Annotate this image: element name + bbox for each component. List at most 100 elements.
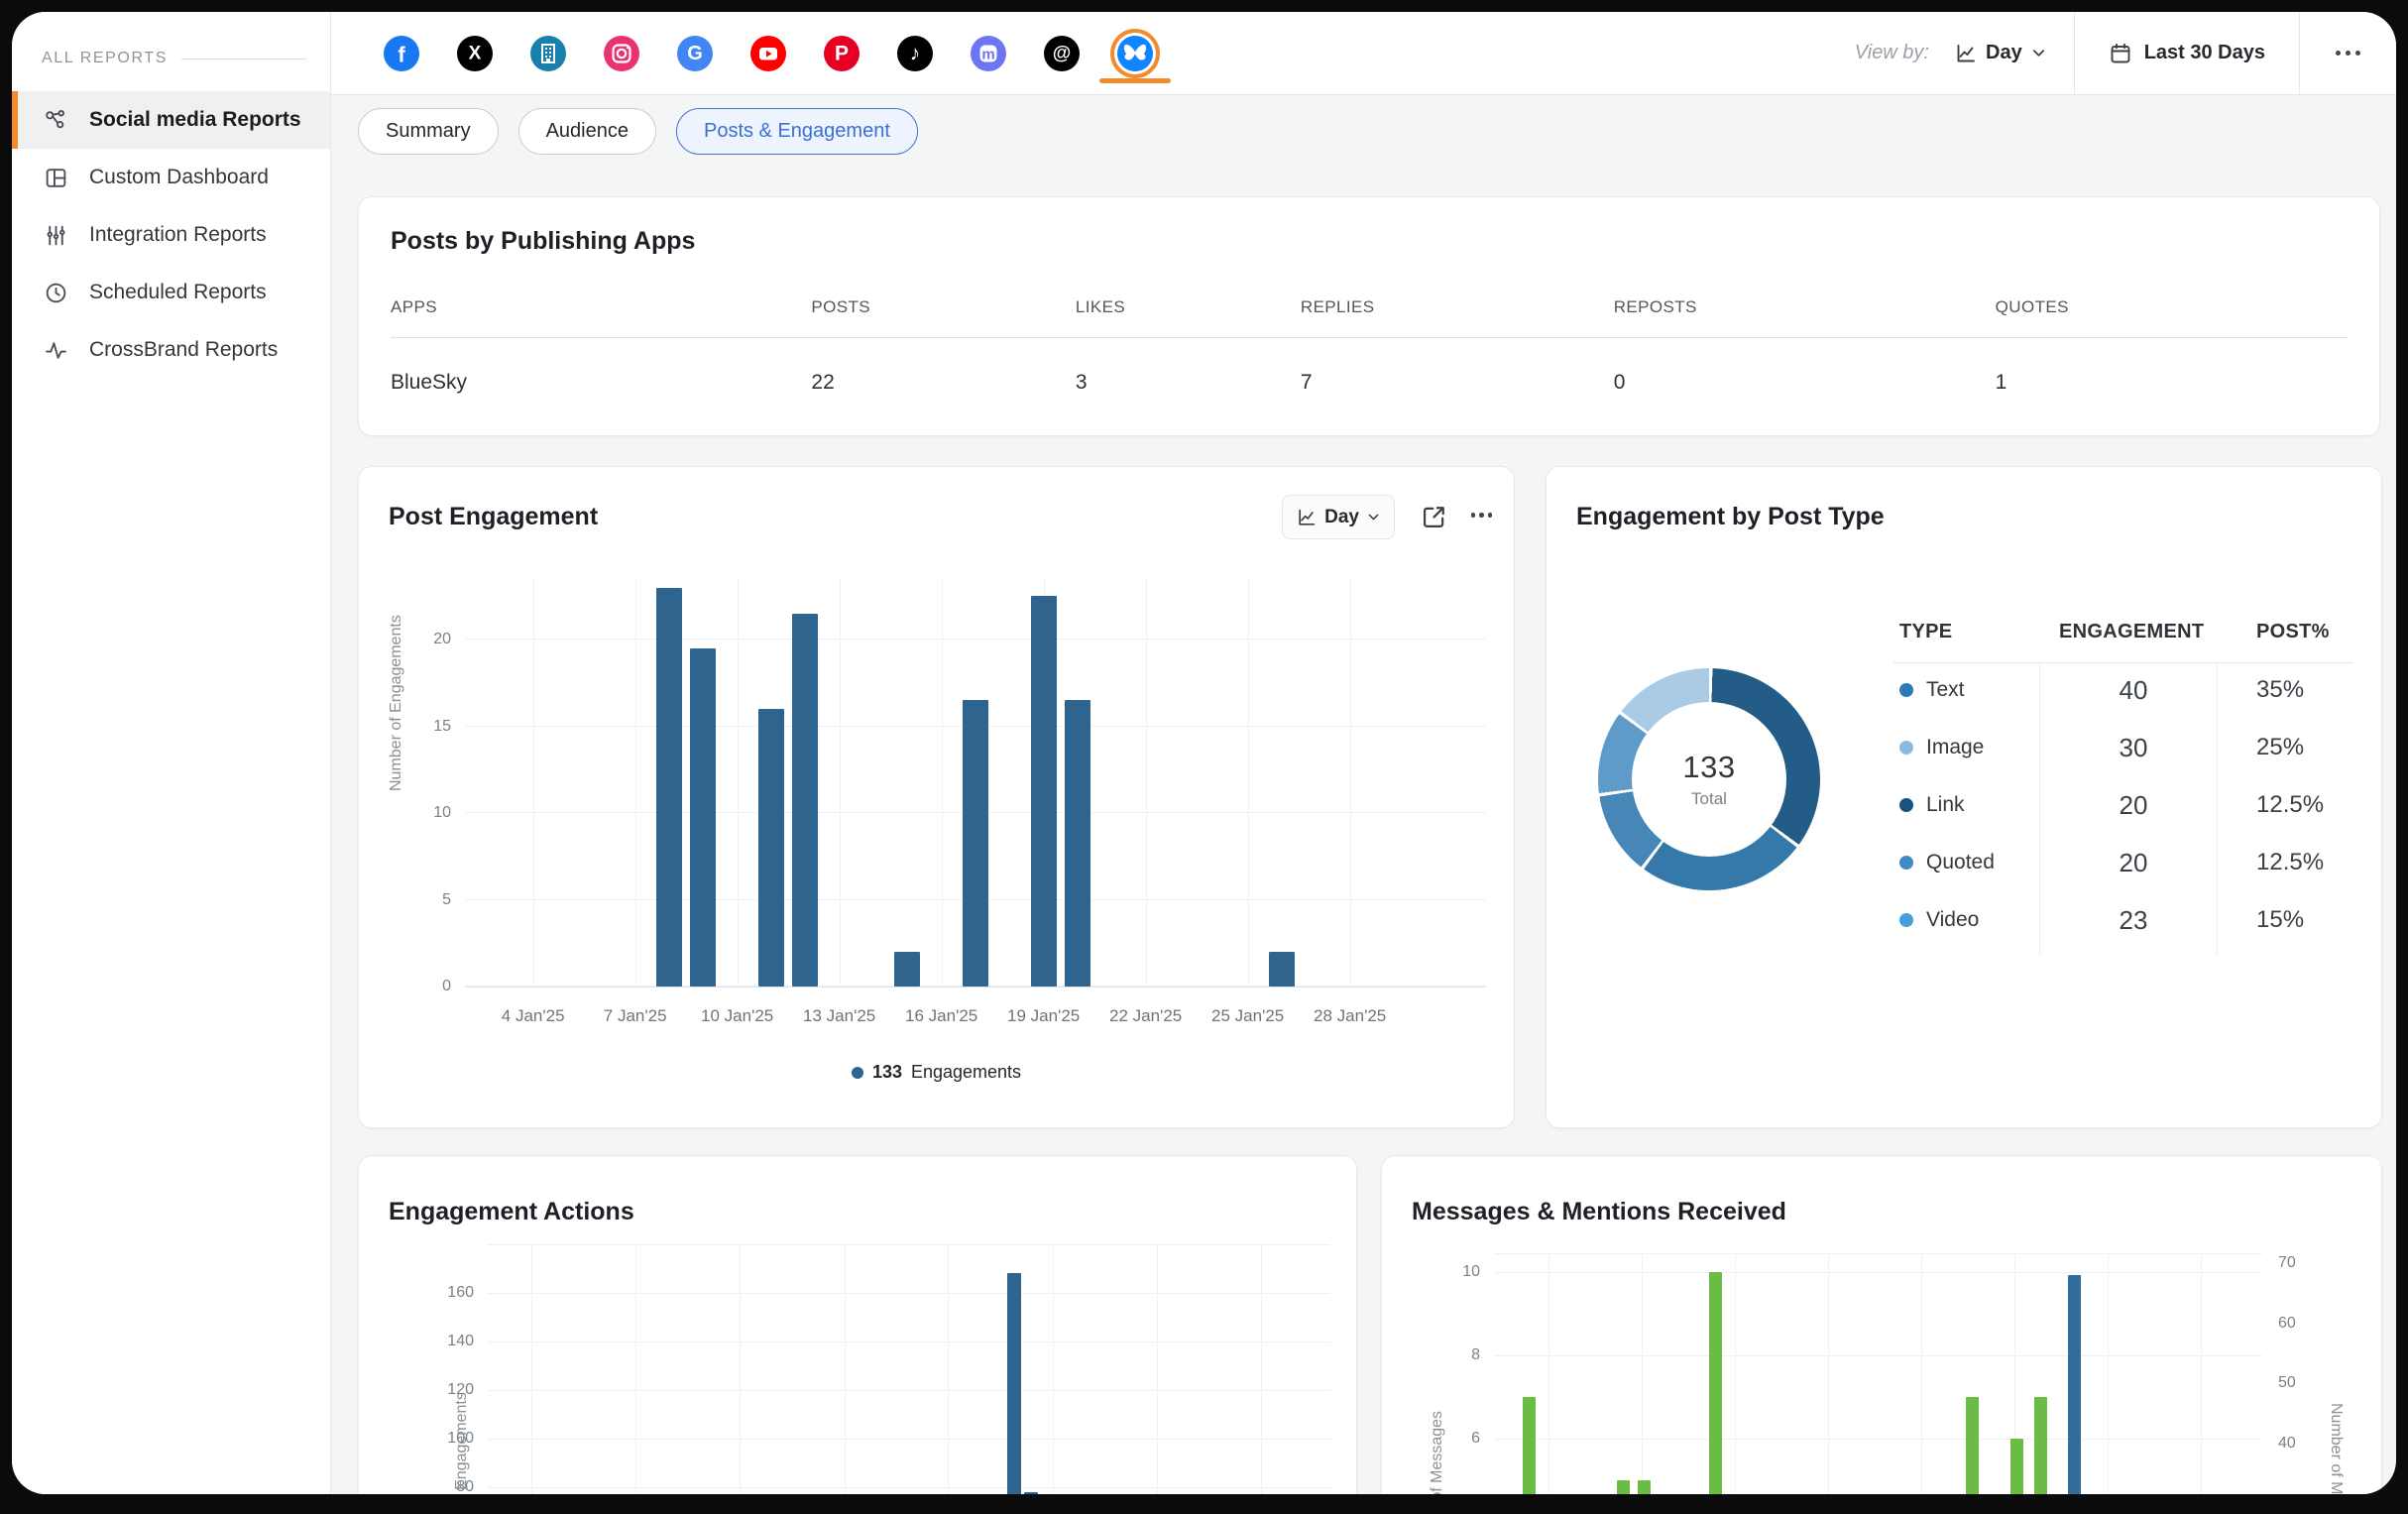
left-y-axis-label: Number of Messages (1429, 1411, 1446, 1494)
y-axis-tick: 5 (392, 891, 451, 909)
type-color-dot (1899, 741, 1913, 755)
export-icon[interactable] (1421, 503, 1448, 530)
dashboard-grid-icon (44, 166, 68, 190)
divider (2039, 662, 2040, 956)
post-engagement-card: Post Engagement Day 051015204 Jan'257 Ja… (358, 466, 1515, 1128)
engagement-bar[interactable] (758, 709, 784, 987)
messages-mentions-card: Messages & Mentions Received 10867060504… (1381, 1155, 2382, 1494)
sidebar-item-crossbrand-reports[interactable]: CrossBrand Reports (12, 321, 330, 379)
sidebar-section-label: ALL REPORTS (42, 50, 168, 67)
divider (2217, 662, 2218, 956)
post-type-row[interactable]: Image (1899, 736, 1984, 759)
instagram-icon[interactable] (604, 36, 639, 71)
mentions-bar[interactable] (2068, 1275, 2081, 1494)
engagement-bar[interactable] (792, 614, 818, 987)
sidebar-item-custom-dashboard[interactable]: Custom Dashboard (12, 149, 330, 206)
post-pct-value: 25% (2256, 734, 2304, 761)
post-pct-value: 12.5% (2256, 791, 2324, 819)
sidebar-item-social-media-reports[interactable]: Social media Reports (12, 91, 330, 149)
view-by-day-dropdown[interactable]: Day (1955, 42, 2046, 64)
pinterest-icon[interactable]: P (824, 36, 860, 71)
sidebar-item-scheduled-reports[interactable]: Scheduled Reports (12, 264, 330, 321)
engagement-bar[interactable] (656, 588, 682, 988)
chevron-down-icon (1367, 511, 1380, 524)
date-range-button[interactable]: Last 30 Days (2075, 42, 2299, 65)
tab-summary[interactable]: Summary (358, 108, 499, 155)
y-axis-label: Number of Engagements (453, 1392, 471, 1494)
engagement-bar[interactable] (1031, 596, 1057, 987)
card-title: Engagement Actions (389, 1198, 634, 1226)
gridline (1157, 1244, 1158, 1494)
y-axis-tick: 10 (392, 804, 451, 822)
messages-bar[interactable] (1709, 1272, 1722, 1494)
type-label: Video (1926, 908, 1979, 932)
google-icon[interactable]: G (677, 36, 713, 71)
type-color-dot (1899, 683, 1913, 697)
engagement-bar[interactable] (1269, 952, 1295, 987)
cell-reposts: 0 (1614, 371, 1996, 395)
card-title: Messages & Mentions Received (1412, 1198, 1786, 1226)
tab-posts-engagement[interactable]: Posts & Engagement (676, 108, 918, 155)
divider (391, 337, 2348, 338)
divider (181, 58, 306, 59)
app-window: ALL REPORTS Social media Reports Custom … (12, 12, 2396, 1494)
sidebar-item-label: Scheduled Reports (89, 281, 267, 304)
messages-bar[interactable] (1523, 1397, 1536, 1494)
engagement-value: 40 (2120, 675, 2148, 706)
post-type-row[interactable]: Quoted (1899, 851, 1995, 874)
sidebar-item-integration-reports[interactable]: Integration Reports (12, 206, 330, 264)
messages-bar[interactable] (1638, 1480, 1651, 1494)
gridline (635, 578, 636, 987)
chart-line-icon (1955, 43, 1977, 64)
messages-bar[interactable] (2010, 1439, 2023, 1494)
post-pct-value: 15% (2256, 906, 2304, 934)
top-header: f X G P ♪ m @ View by: Day Last 30 Days (331, 12, 2396, 95)
threads-icon[interactable]: @ (1044, 36, 1080, 71)
donut-total-value: 133 (1682, 750, 1735, 785)
gridline (942, 578, 943, 987)
tab-audience[interactable]: Audience (518, 108, 656, 155)
cell-posts: 22 (811, 371, 1075, 395)
post-type-row[interactable]: Link (1899, 793, 1965, 817)
engagement-bar[interactable] (1065, 700, 1090, 987)
y-axis-label: Number of Engagements (388, 615, 405, 791)
svg-text:@: @ (1053, 43, 1072, 63)
svg-text:m: m (981, 46, 994, 62)
pulse-icon (44, 338, 68, 363)
gridline (1494, 1355, 2262, 1356)
column-header: REPOSTS (1614, 297, 1996, 317)
messages-bar[interactable] (1966, 1397, 1979, 1494)
company-building-icon[interactable] (530, 36, 566, 71)
x-icon[interactable]: X (457, 36, 493, 71)
engagement-bar[interactable] (690, 648, 716, 987)
engagement-action-bar[interactable] (1007, 1273, 1021, 1494)
post-type-row[interactable]: Video (1899, 908, 1979, 932)
cell-replies: 7 (1301, 371, 1614, 395)
table-row[interactable]: BlueSky 22 3 7 0 1 (391, 371, 2348, 395)
x-axis-tick: 7 Jan'25 (604, 1006, 667, 1026)
engagement-bar[interactable] (894, 952, 920, 987)
post-pct-value: 12.5% (2256, 849, 2324, 876)
post-type-row[interactable]: Text (1899, 678, 1965, 702)
chart-view-by-dropdown[interactable]: Day (1282, 495, 1395, 539)
type-label: Image (1926, 736, 1984, 759)
tiktok-icon[interactable]: ♪ (897, 36, 933, 71)
column-header: QUOTES (1996, 297, 2348, 317)
left-y-axis-tick: 8 (1421, 1346, 1480, 1364)
more-options-button[interactable] (2300, 51, 2396, 56)
gridline (2108, 1253, 2109, 1494)
bluesky-icon[interactable] (1117, 36, 1153, 71)
engagement-action-bar[interactable] (1024, 1492, 1038, 1494)
facebook-icon[interactable]: f (384, 36, 419, 71)
divider (1893, 662, 2353, 663)
sliders-icon (44, 223, 68, 248)
donut-center: 133 Total (1632, 702, 1786, 857)
chart-more-button[interactable] (1471, 513, 1493, 518)
messages-bar[interactable] (1617, 1480, 1630, 1494)
chevron-down-icon (2031, 46, 2046, 60)
engagement-bar[interactable] (963, 700, 988, 987)
header-controls: View by: Day Last 30 Days (1855, 12, 2396, 94)
mastodon-icon[interactable]: m (971, 36, 1006, 71)
messages-bar[interactable] (2034, 1397, 2047, 1494)
youtube-icon[interactable] (750, 36, 786, 71)
